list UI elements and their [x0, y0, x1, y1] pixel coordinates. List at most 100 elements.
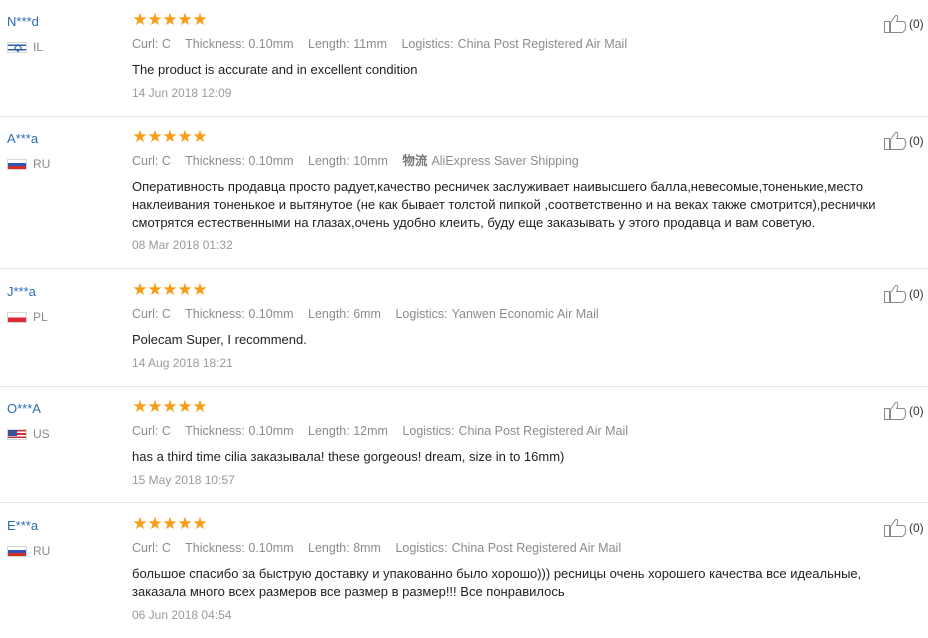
- helpful-button[interactable]: (0): [884, 518, 924, 538]
- logistics-label: Logistics:: [401, 37, 454, 51]
- thickness-attr: Thickness: 0.10mm: [185, 541, 294, 555]
- star-icon: ★: [162, 127, 177, 146]
- star-icon: ★: [147, 10, 162, 29]
- star-icon: ★: [147, 127, 162, 146]
- star-icon: ★: [162, 397, 177, 416]
- reviewer-name: A***a: [7, 131, 39, 146]
- star-rating: ★★★★★: [132, 514, 207, 534]
- usa-flag-icon: [7, 428, 27, 440]
- thickness-attr: Thickness: 0.10mm: [185, 307, 294, 321]
- thickness-attr: Thickness: 0.10mm: [185, 154, 294, 168]
- length-attr: Length: 10mm: [308, 154, 388, 168]
- star-icon: ★: [177, 514, 192, 533]
- star-icon: ★: [192, 397, 207, 416]
- length-attr: Length: 12mm: [308, 424, 388, 438]
- review-divider: [0, 268, 928, 269]
- review-text: большое спасибо за быструю доставку и уп…: [132, 566, 862, 599]
- reviewer-country: IL: [7, 40, 43, 54]
- logistics-attr: 物流 AliExpress Saver Shipping: [402, 154, 578, 168]
- israel-flag-icon: [7, 41, 27, 53]
- star-icon: ★: [177, 397, 192, 416]
- country-code: RU: [33, 157, 51, 171]
- country-code: PL: [33, 310, 48, 324]
- reviewer-name: E***a: [7, 518, 39, 533]
- product-attributes: Curl: C Thickness: 0.10mm Length: 12mm L…: [132, 423, 639, 439]
- review-divider: [0, 502, 928, 503]
- helpful-button[interactable]: (0): [884, 14, 924, 34]
- review-divider: [0, 116, 928, 117]
- logistics-label: Logistics:: [395, 541, 448, 555]
- logistics-value: China Post Registered Air Mail: [451, 541, 622, 555]
- logistics-value: AliExpress Saver Shipping: [431, 154, 579, 168]
- helpful-button[interactable]: (0): [884, 131, 924, 151]
- logistics-attr: Logistics: China Post Registered Air Mail: [401, 37, 627, 51]
- logistics-attr: Logistics: China Post Registered Air Mail: [395, 541, 621, 555]
- star-icon: ★: [147, 397, 162, 416]
- star-icon: ★: [162, 10, 177, 29]
- star-icon: ★: [132, 10, 147, 29]
- star-rating: ★★★★★: [132, 397, 207, 417]
- length-attr: Length: 11mm: [308, 37, 387, 51]
- country-code: RU: [33, 544, 51, 558]
- star-icon: ★: [192, 127, 207, 146]
- star-icon: ★: [147, 280, 162, 299]
- length-attr: Length: 8mm: [308, 541, 381, 555]
- review-date: 06 Jun 2018 04:54: [132, 608, 232, 622]
- curl-attr: Curl: C: [132, 424, 171, 438]
- russia-flag-icon: [7, 158, 27, 170]
- helpful-count: (0): [909, 404, 924, 418]
- star-icon: ★: [192, 280, 207, 299]
- country-code: IL: [33, 40, 44, 54]
- star-icon: ★: [147, 514, 162, 533]
- star-rating: ★★★★★: [132, 127, 207, 147]
- curl-attr: Curl: C: [132, 154, 171, 168]
- review-text: Polecam Super, I recommend.: [132, 332, 307, 347]
- reviewer-country: RU: [7, 544, 50, 558]
- reviewer-name: O***A: [7, 401, 41, 416]
- product-attributes: Curl: C Thickness: 0.10mm Length: 8mm Lo…: [132, 540, 632, 556]
- country-code: US: [33, 427, 50, 441]
- star-icon: ★: [177, 10, 192, 29]
- star-icon: ★: [177, 127, 192, 146]
- logistics-value: Yanwen Economic Air Mail: [451, 307, 599, 321]
- star-icon: ★: [192, 514, 207, 533]
- reviewer-country: PL: [7, 310, 48, 324]
- star-icon: ★: [132, 514, 147, 533]
- helpful-button[interactable]: (0): [884, 401, 924, 421]
- review-text: Оперативность продавца просто радует,кач…: [132, 179, 876, 230]
- thickness-attr: Thickness: 0.10mm: [185, 424, 294, 438]
- logistics-label: Logistics:: [395, 307, 448, 321]
- logistics-attr: Logistics: Yanwen Economic Air Mail: [395, 307, 598, 321]
- logistics-label: 物流: [402, 154, 428, 168]
- thumbs-up-icon: [884, 284, 907, 303]
- length-attr: Length: 6mm: [308, 307, 381, 321]
- helpful-count: (0): [909, 287, 924, 301]
- review-date: 14 Jun 2018 12:09: [132, 86, 232, 100]
- star-rating: ★★★★★: [132, 10, 207, 30]
- reviewer-country: RU: [7, 157, 50, 171]
- review-date: 14 Aug 2018 18:21: [132, 356, 233, 370]
- star-icon: ★: [132, 397, 147, 416]
- curl-attr: Curl: C: [132, 307, 171, 321]
- logistics-value: China Post Registered Air Mail: [458, 424, 629, 438]
- product-attributes: Curl: C Thickness: 0.10mm Length: 6mm Lo…: [132, 306, 610, 322]
- review-text: The product is accurate and in excellent…: [132, 62, 418, 77]
- star-icon: ★: [192, 10, 207, 29]
- logistics-attr: Logistics: China Post Registered Air Mail: [402, 424, 628, 438]
- reviewer-country: US: [7, 427, 50, 441]
- logistics-label: Logistics:: [402, 424, 455, 438]
- helpful-button[interactable]: (0): [884, 284, 924, 304]
- star-icon: ★: [132, 280, 147, 299]
- star-icon: ★: [162, 514, 177, 533]
- star-icon: ★: [177, 280, 192, 299]
- review-date: 15 May 2018 10:57: [132, 473, 235, 487]
- thumbs-up-icon: [884, 14, 907, 33]
- star-rating: ★★★★★: [132, 280, 207, 300]
- curl-attr: Curl: C: [132, 541, 171, 555]
- product-attributes: Curl: C Thickness: 0.10mm Length: 11mm L…: [132, 36, 638, 52]
- review-text: has a third time cilia заказывала! these…: [132, 449, 565, 464]
- thumbs-up-icon: [884, 518, 907, 537]
- thickness-attr: Thickness: 0.10mm: [185, 37, 294, 51]
- star-icon: ★: [132, 127, 147, 146]
- curl-attr: Curl: C: [132, 37, 171, 51]
